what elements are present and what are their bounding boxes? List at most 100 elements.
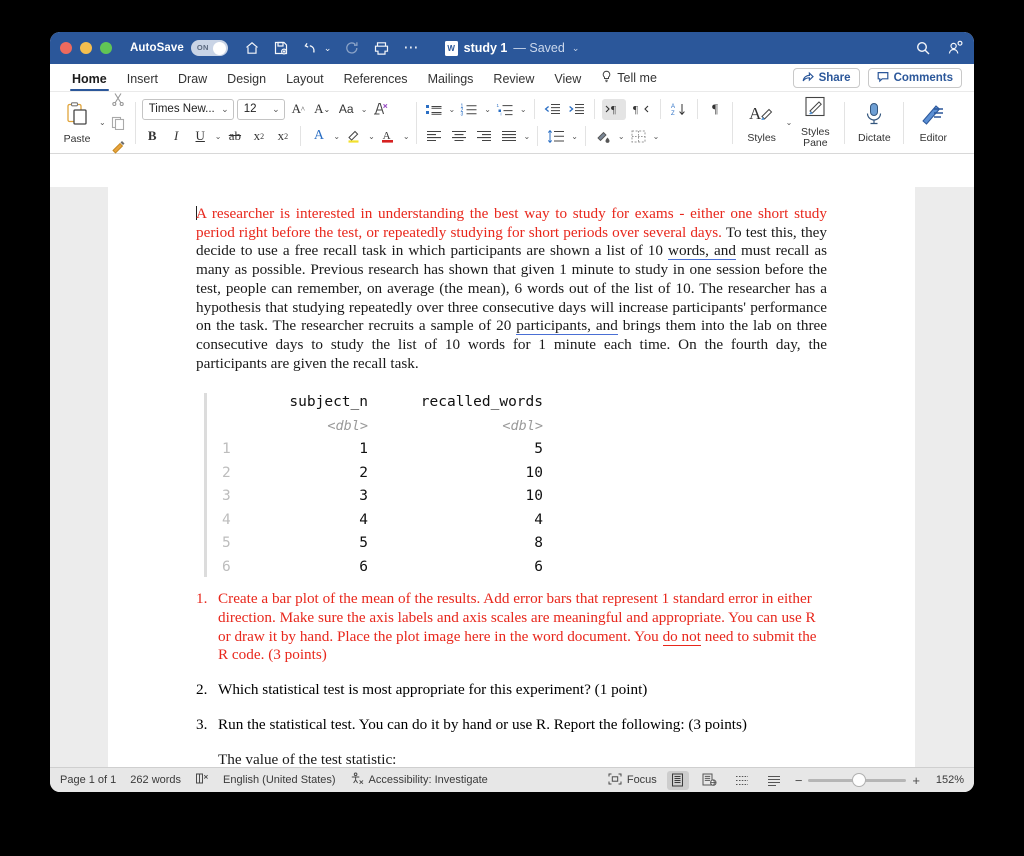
show-formatting-marks-icon[interactable]: ¶ [705, 99, 726, 120]
clear-formatting-icon[interactable] [370, 99, 391, 120]
borders-chevron-down-icon[interactable]: ⌄ [653, 132, 660, 141]
styles-button[interactable]: A Styles [739, 102, 785, 144]
bullet-list-icon[interactable] [423, 99, 445, 120]
zoom-handle[interactable] [852, 773, 866, 787]
tab-layout[interactable]: Layout [276, 72, 334, 91]
close-window-button[interactable] [60, 42, 72, 54]
cut-icon[interactable] [108, 88, 129, 109]
focus-mode-button[interactable]: Focus [608, 773, 657, 788]
answer-prompt-1[interactable]: The value of the test statistic: [196, 751, 827, 767]
zoom-level[interactable]: 152% [930, 774, 964, 786]
underline-chevron-down-icon[interactable]: ⌄ [215, 132, 222, 141]
change-case-icon[interactable]: Aa [336, 99, 357, 120]
superscript-button[interactable]: x2 [272, 126, 293, 147]
user-settings-icon[interactable] [947, 40, 964, 56]
tab-review[interactable]: Review [483, 72, 544, 91]
alignment-chevron-down-icon[interactable]: ⌄ [524, 132, 531, 141]
list-item[interactable]: 3.Run the statistical test. You can do i… [196, 716, 827, 735]
justify-icon[interactable] [498, 126, 520, 147]
zoom-in-button[interactable]: + [912, 773, 920, 788]
multilevel-list-chevron-down-icon[interactable]: ⌄ [520, 105, 527, 114]
list-item[interactable]: 1.Create a bar plot of the mean of the r… [196, 590, 827, 665]
bold-button[interactable]: B [142, 126, 163, 147]
share-button[interactable]: Share [793, 68, 860, 88]
italic-button[interactable]: I [166, 126, 187, 147]
numbered-list-chevron-down-icon[interactable]: ⌄ [484, 105, 491, 114]
word-count[interactable]: 262 words [130, 774, 181, 786]
numbered-list-icon[interactable]: 1 2 3 [458, 99, 480, 120]
document-page[interactable]: A researcher is interested in understand… [108, 187, 915, 767]
comments-button[interactable]: Comments [868, 68, 962, 88]
font-size-select[interactable]: 12 ⌄ [237, 99, 285, 120]
undo-icon[interactable] [302, 40, 319, 56]
change-case-chevron-down-icon[interactable]: ⌄ [361, 105, 368, 114]
undo-caret-icon[interactable]: ⌄ [324, 43, 332, 54]
minimize-window-button[interactable] [80, 42, 92, 54]
title-chevron-down-icon[interactable]: ⌄ [572, 43, 580, 54]
text-effects-chevron-down-icon[interactable]: ⌄ [333, 132, 340, 141]
tab-view[interactable]: View [544, 72, 591, 91]
text-effects-icon[interactable]: A [308, 126, 329, 147]
align-right-icon[interactable] [473, 126, 495, 147]
scenario-paragraph[interactable]: A researcher is interested in understand… [196, 205, 827, 373]
font-color-chevron-down-icon[interactable]: ⌄ [403, 132, 410, 141]
outline-view-button[interactable] [731, 771, 753, 790]
ltr-text-direction-icon[interactable]: ¶ [602, 99, 626, 120]
copy-icon[interactable] [108, 112, 129, 133]
more-commands-icon[interactable]: ⋯ [403, 44, 418, 52]
line-spacing-icon[interactable] [545, 126, 567, 147]
shading-chevron-down-icon[interactable]: ⌄ [618, 132, 625, 141]
page-count[interactable]: Page 1 of 1 [60, 774, 116, 786]
bullet-list-chevron-down-icon[interactable]: ⌄ [449, 105, 456, 114]
highlight-chevron-down-icon[interactable]: ⌄ [368, 132, 375, 141]
dictate-button[interactable]: Dictate [851, 102, 897, 144]
tab-mailings[interactable]: Mailings [418, 72, 484, 91]
search-icon[interactable] [915, 40, 931, 56]
document-canvas[interactable]: A researcher is interested in understand… [50, 187, 974, 767]
autosave-control[interactable]: AutoSave ON [130, 40, 228, 56]
maximize-window-button[interactable] [100, 42, 112, 54]
font-family-select[interactable]: Times New... ⌄ [142, 99, 234, 120]
shrink-font-icon[interactable]: A⌄ [312, 99, 333, 120]
zoom-slider[interactable]: − + [795, 773, 920, 788]
underline-button[interactable]: U [190, 126, 211, 147]
sort-icon[interactable]: A Z [668, 99, 690, 120]
shading-icon[interactable] [593, 126, 614, 147]
print-layout-view-button[interactable] [667, 771, 689, 790]
print-icon[interactable] [373, 40, 390, 56]
paste-button[interactable]: Paste [56, 101, 98, 145]
rtl-text-direction-icon[interactable]: ¶ [629, 99, 653, 120]
quick-access-toolbar[interactable]: ⌄ ⋯ [244, 40, 419, 56]
styles-chevron-down-icon[interactable]: ⌄ [786, 118, 793, 127]
borders-icon[interactable] [628, 126, 649, 147]
tab-draw[interactable]: Draw [168, 72, 217, 91]
window-controls[interactable] [60, 42, 112, 54]
tab-design[interactable]: Design [217, 72, 276, 91]
zoom-track[interactable] [808, 779, 906, 782]
align-left-icon[interactable] [423, 126, 445, 147]
paste-chevron-down-icon[interactable]: ⌄ [99, 118, 106, 127]
grow-font-icon[interactable]: A^ [288, 99, 309, 120]
format-painter-icon[interactable] [108, 136, 129, 157]
r-output-block[interactable]: subject_n recalled_words <dbl> <dbl> 1 1… [196, 391, 827, 579]
tab-tell-me[interactable]: Tell me [591, 70, 667, 91]
draft-view-button[interactable] [763, 771, 785, 790]
styles-pane-button[interactable]: Styles Pane [792, 96, 838, 149]
save-icon[interactable] [273, 40, 289, 56]
subscript-button[interactable]: x2 [248, 126, 269, 147]
web-layout-view-button[interactable] [699, 771, 721, 790]
home-icon[interactable] [244, 40, 260, 56]
list-item[interactable]: 2.Which statistical test is most appropr… [196, 681, 827, 700]
line-spacing-chevron-down-icon[interactable]: ⌄ [571, 132, 578, 141]
multilevel-list-icon[interactable]: 1 i [494, 99, 516, 120]
language-status[interactable]: English (United States) [223, 774, 336, 786]
strikethrough-button[interactable]: ab [224, 126, 245, 147]
font-color-icon[interactable]: A [378, 126, 399, 147]
proofing-status[interactable] [195, 772, 209, 788]
editor-button[interactable]: Editor [910, 102, 956, 144]
increase-indent-icon[interactable] [566, 99, 587, 120]
autosave-toggle[interactable]: ON [191, 40, 228, 56]
zoom-out-button[interactable]: − [795, 773, 803, 788]
align-center-icon[interactable] [448, 126, 470, 147]
decrease-indent-icon[interactable] [542, 99, 563, 120]
